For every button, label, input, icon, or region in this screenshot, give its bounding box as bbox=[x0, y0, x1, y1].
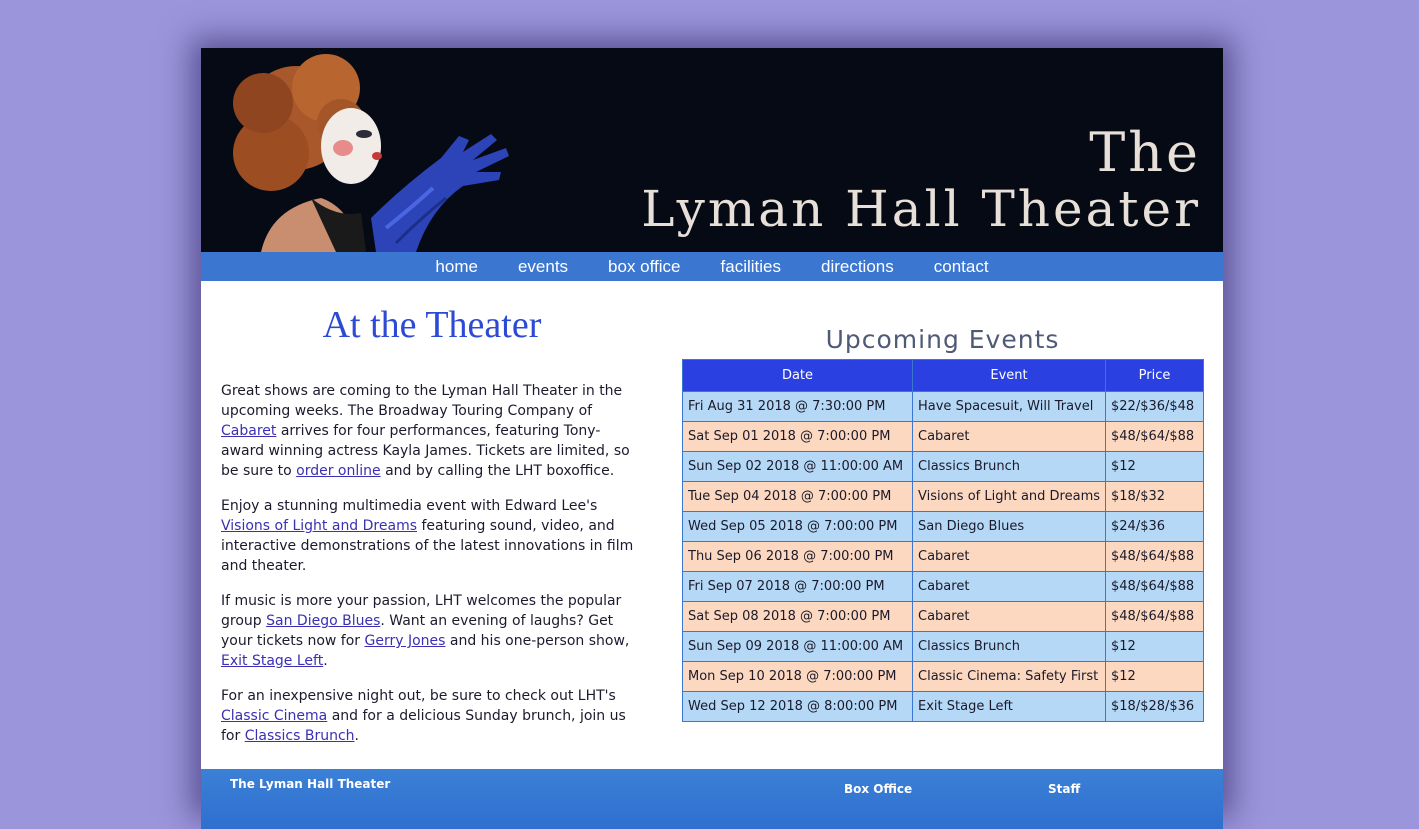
visions-paragraph: Enjoy a stunning multimedia event with E… bbox=[221, 496, 643, 576]
cinema-paragraph: For an inexpensive night out, be sure to… bbox=[221, 686, 643, 746]
san-diego-blues-link[interactable]: San Diego Blues bbox=[266, 613, 380, 629]
event-price: $12 bbox=[1105, 451, 1204, 482]
banner-title-line1: The bbox=[1089, 121, 1201, 184]
intro-paragraph: Great shows are coming to the Lyman Hall… bbox=[221, 381, 643, 481]
table-row: Thu Sep 06 2018 @ 7:00:00 PM Cabaret $48/$… bbox=[682, 541, 1204, 572]
table-row: Fri Sep 07 2018 @ 7:00:00 PM Cabaret $48/$… bbox=[682, 571, 1204, 602]
music-paragraph: If music is more your passion, LHT welco… bbox=[221, 591, 643, 671]
event-name: Have Spacesuit, Will Travel bbox=[912, 391, 1106, 422]
table-row: Sun Sep 09 2018 @ 11:00:00 AM Classics Br… bbox=[682, 631, 1204, 662]
visions-link[interactable]: Visions of Light and Dreams bbox=[221, 518, 417, 534]
event-date: Mon Sep 10 2018 @ 7:00:00 PM bbox=[682, 661, 913, 692]
event-date: Sat Sep 08 2018 @ 7:00:00 PM bbox=[682, 601, 913, 632]
column-header-price: Price bbox=[1105, 359, 1204, 392]
paragraph-text: and his one-person show, bbox=[445, 633, 630, 649]
footer: The Lyman Hall Theater Box Office Staff bbox=[201, 769, 1223, 829]
event-date: Thu Sep 06 2018 @ 7:00:00 PM bbox=[682, 541, 913, 572]
event-price: $48/$64/$88 bbox=[1105, 421, 1204, 452]
page-container: The Lyman Hall Theater home events box o… bbox=[201, 48, 1223, 829]
cabaret-link[interactable]: Cabaret bbox=[221, 423, 276, 439]
event-name: Classics Brunch bbox=[912, 451, 1106, 482]
footer-site-name: The Lyman Hall Theater bbox=[230, 777, 391, 791]
event-name: Cabaret bbox=[912, 541, 1106, 572]
event-name: Cabaret bbox=[912, 601, 1106, 632]
event-name: Classics Brunch bbox=[912, 631, 1106, 662]
event-price: $12 bbox=[1105, 631, 1204, 662]
classic-cinema-link[interactable]: Classic Cinema bbox=[221, 708, 327, 724]
nav-events-link[interactable]: events bbox=[518, 257, 568, 277]
paragraph-text: and by calling the LHT boxoffice. bbox=[380, 463, 615, 479]
event-date: Fri Sep 07 2018 @ 7:00:00 PM bbox=[682, 571, 913, 602]
order-online-link[interactable]: order online bbox=[296, 463, 381, 479]
event-price: $48/$64/$88 bbox=[1105, 571, 1204, 602]
event-date: Wed Sep 05 2018 @ 7:00:00 PM bbox=[682, 511, 913, 542]
paragraph-text: . bbox=[354, 728, 359, 744]
performer-photo bbox=[201, 48, 531, 252]
nav-facilities-link[interactable]: facilities bbox=[721, 257, 781, 277]
event-price: $12 bbox=[1105, 661, 1204, 692]
paragraph-text: . bbox=[323, 653, 328, 669]
table-row: Sat Sep 01 2018 @ 7:00:00 PM Cabaret $48/$… bbox=[682, 421, 1204, 452]
events-table: Date Event Price Fri Aug 31 2018 @ 7:30:… bbox=[682, 359, 1204, 722]
event-date: Wed Sep 12 2018 @ 8:00:00 PM bbox=[682, 691, 913, 722]
nav-box-office-link[interactable]: box office bbox=[608, 257, 680, 277]
event-date: Sun Sep 09 2018 @ 11:00:00 AM bbox=[682, 631, 913, 662]
events-heading: Upcoming Events bbox=[825, 325, 1060, 354]
main-article: At the Theater Great shows are coming to… bbox=[221, 281, 643, 761]
event-name: San Diego Blues bbox=[912, 511, 1106, 542]
event-name: Classic Cinema: Safety First bbox=[912, 661, 1106, 692]
event-date: Sun Sep 02 2018 @ 11:00:00 AM bbox=[682, 451, 913, 482]
paragraph-text: Enjoy a stunning multimedia event with E… bbox=[221, 498, 598, 514]
paragraph-text: Great shows are coming to the Lyman Hall… bbox=[221, 383, 623, 419]
event-date: Tue Sep 04 2018 @ 7:00:00 PM bbox=[682, 481, 913, 512]
event-price: $48/$64/$88 bbox=[1105, 541, 1204, 572]
table-header-row: Date Event Price bbox=[682, 359, 1204, 392]
main-nav: home events box office facilities direct… bbox=[201, 252, 1223, 281]
banner-title-line2: Lyman Hall Theater bbox=[641, 180, 1201, 238]
event-name: Exit Stage Left bbox=[912, 691, 1106, 722]
event-price: $18/$28/$36 bbox=[1105, 691, 1204, 722]
footer-staff-heading: Staff bbox=[1048, 782, 1081, 796]
classics-brunch-link[interactable]: Classics Brunch bbox=[245, 728, 355, 744]
event-name: Visions of Light and Dreams bbox=[912, 481, 1106, 512]
table-row: Mon Sep 10 2018 @ 7:00:00 PM Classic Cine… bbox=[682, 661, 1204, 692]
exit-stage-left-link[interactable]: Exit Stage Left bbox=[221, 653, 323, 669]
event-date: Fri Aug 31 2018 @ 7:30:00 PM bbox=[682, 391, 913, 422]
page-heading: At the Theater bbox=[322, 304, 542, 346]
column-header-event: Event bbox=[912, 359, 1106, 392]
banner: The Lyman Hall Theater bbox=[201, 48, 1223, 252]
table-row: Sat Sep 08 2018 @ 7:00:00 PM Cabaret $48/$… bbox=[682, 601, 1204, 632]
table-row: Sun Sep 02 2018 @ 11:00:00 AM Classics Br… bbox=[682, 451, 1204, 482]
events-section: Upcoming Events Date Event Price Fri Aug… bbox=[682, 281, 1204, 722]
table-row: Tue Sep 04 2018 @ 7:00:00 PM Visions of L… bbox=[682, 481, 1204, 512]
column-header-date: Date bbox=[682, 359, 913, 392]
event-name: Cabaret bbox=[912, 421, 1106, 452]
event-price: $48/$64/$88 bbox=[1105, 601, 1204, 632]
footer-box-office-heading: Box Office bbox=[844, 782, 913, 796]
event-price: $24/$36 bbox=[1105, 511, 1204, 542]
event-name: Cabaret bbox=[912, 571, 1106, 602]
event-price: $22/$36/$48 bbox=[1105, 391, 1204, 422]
banner-title: The Lyman Hall Theater bbox=[641, 121, 1201, 238]
table-row: Fri Aug 31 2018 @ 7:30:00 PM Have Spacesu… bbox=[682, 391, 1204, 422]
nav-home-link[interactable]: home bbox=[435, 257, 478, 277]
event-price: $18/$32 bbox=[1105, 481, 1204, 512]
table-row: Wed Sep 05 2018 @ 7:00:00 PM San Diego Bl… bbox=[682, 511, 1204, 542]
paragraph-text: For an inexpensive night out, be sure to… bbox=[221, 688, 616, 704]
nav-contact-link[interactable]: contact bbox=[934, 257, 989, 277]
gerry-jones-link[interactable]: Gerry Jones bbox=[365, 633, 446, 649]
nav-directions-link[interactable]: directions bbox=[821, 257, 894, 277]
table-row: Wed Sep 12 2018 @ 8:00:00 PM Exit Stage L… bbox=[682, 691, 1204, 722]
event-date: Sat Sep 01 2018 @ 7:00:00 PM bbox=[682, 421, 913, 452]
